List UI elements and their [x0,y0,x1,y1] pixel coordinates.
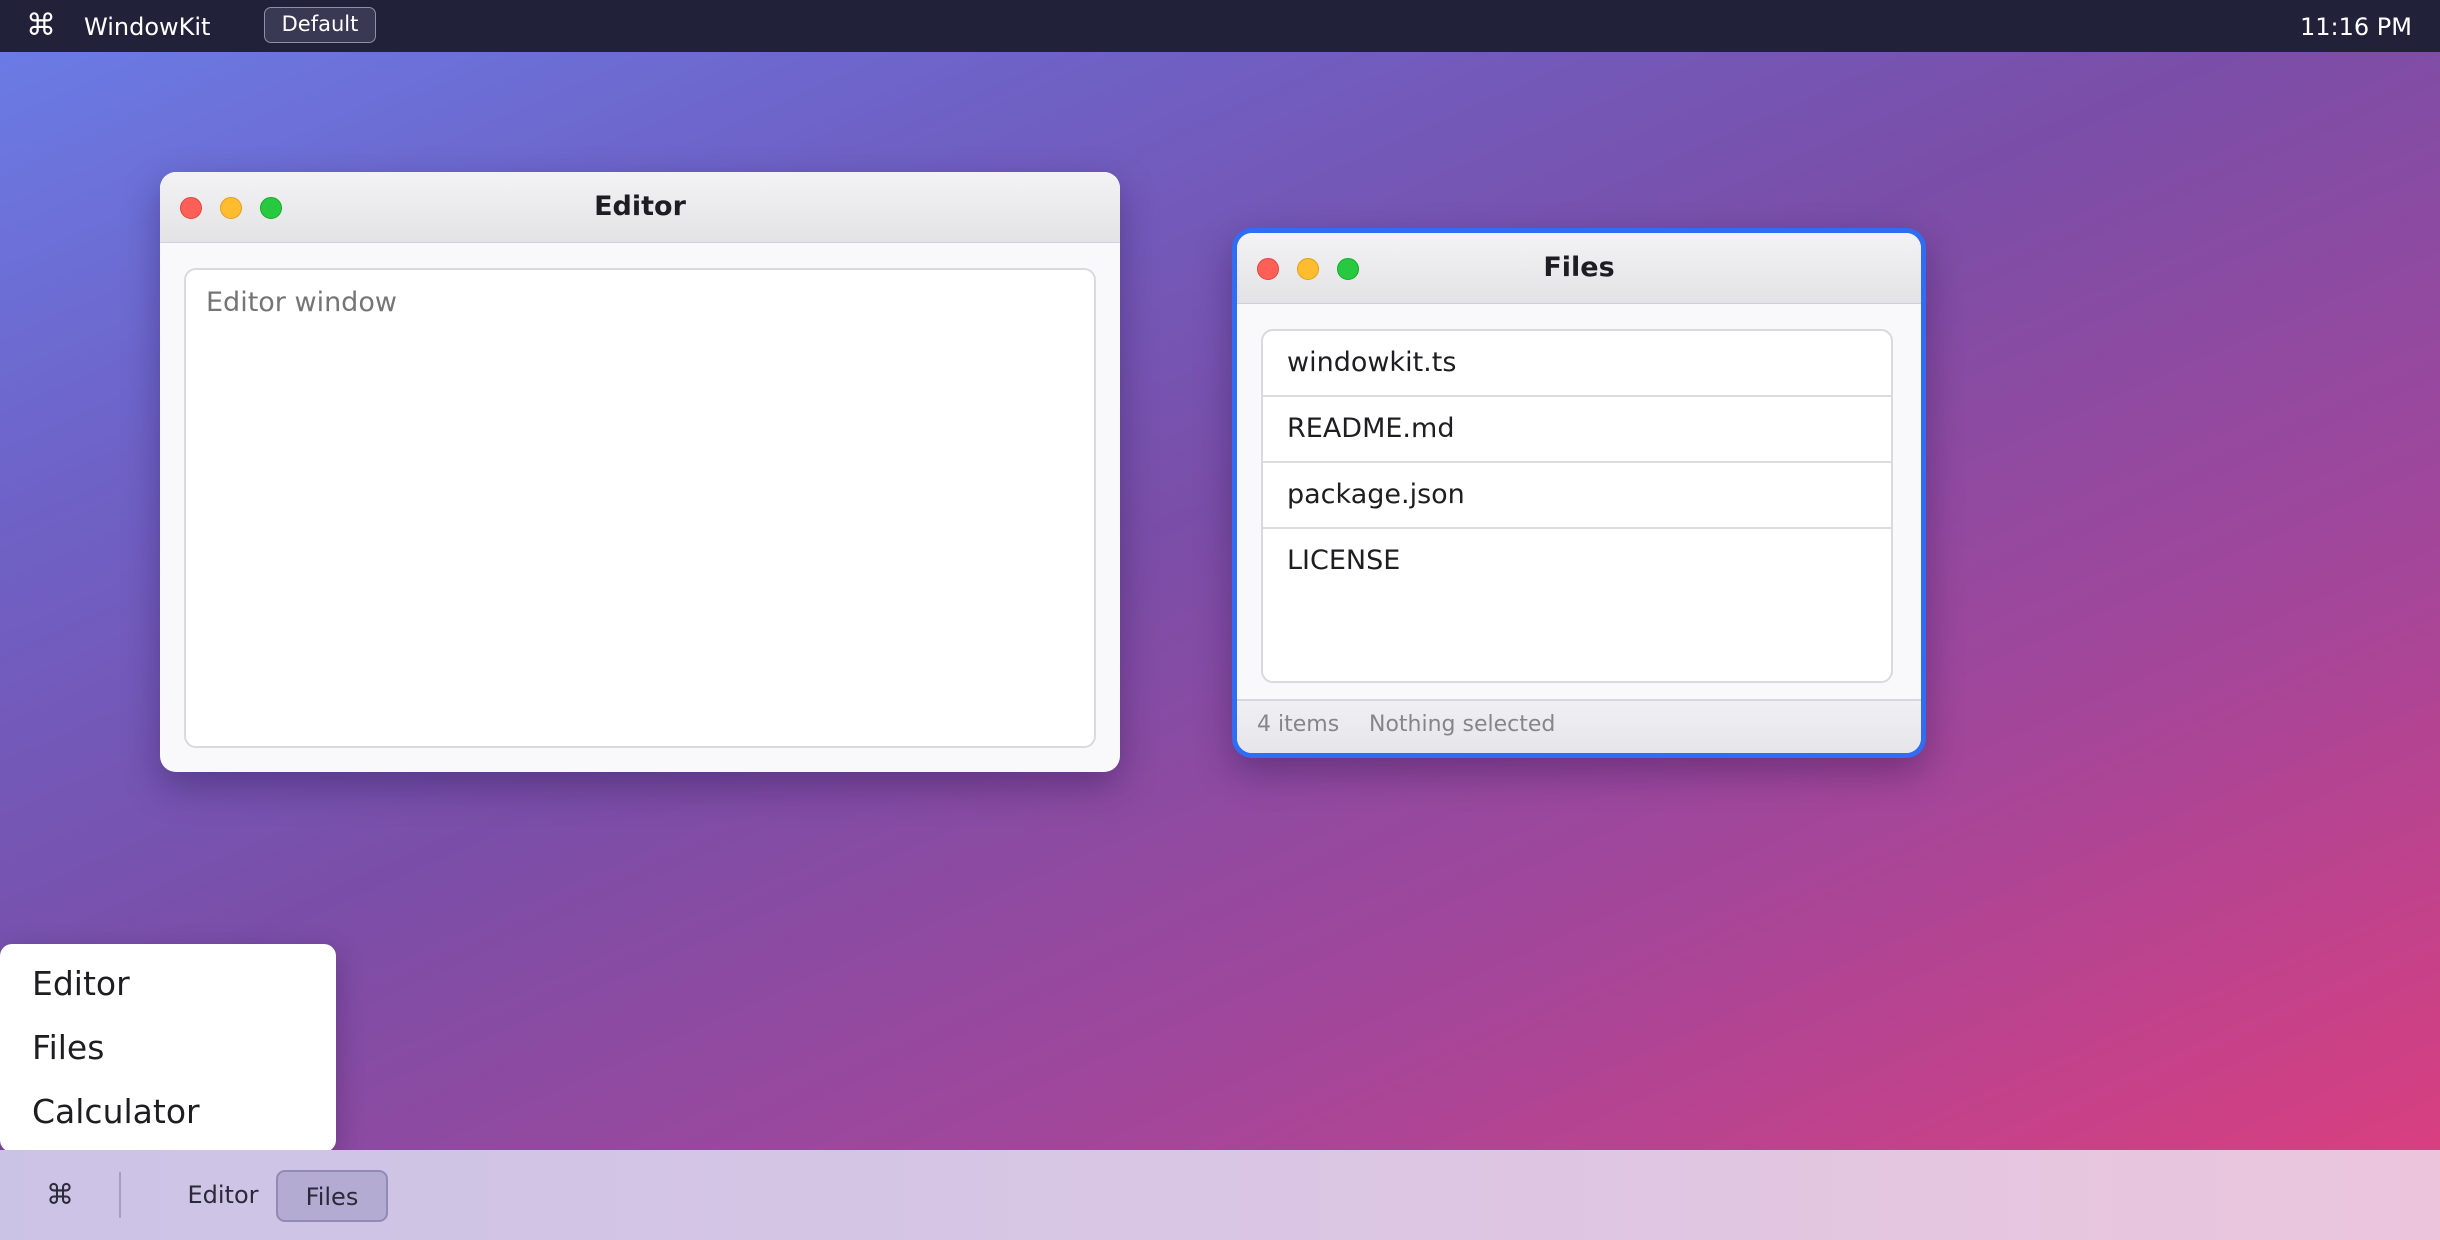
taskbar-item-files[interactable]: Files [276,1170,388,1222]
menu-item-calculator[interactable]: Calculator [32,1092,200,1132]
file-row-license[interactable]: LICENSE [1263,529,1891,595]
menu-item-files[interactable]: Files [32,1028,104,1068]
theme-button[interactable]: Default [264,7,376,43]
taskbar: ⌘ Editor Files [0,1150,2440,1240]
file-list: windowkit.ts README.md package.json LICE… [1261,329,1893,683]
start-button[interactable]: ⌘ [40,1175,80,1215]
files-titlebar[interactable]: Files [1237,233,1921,304]
editor-window-title: Editor [594,191,686,222]
launcher-menu: Editor Files Calculator [0,944,336,1152]
editor-window: Editor [160,172,1120,772]
taskbar-item-editor[interactable]: Editor [160,1170,286,1222]
taskbar-divider [119,1172,121,1218]
menu-item-editor[interactable]: Editor [32,964,130,1004]
menubar-clock: 11:16 PM [2300,13,2412,41]
file-row-windowkit-ts[interactable]: windowkit.ts [1263,331,1891,397]
item-count: 4 items [1257,712,1340,737]
menu-bar: ⌘ WindowKit Default 11:16 PM [0,0,2440,52]
file-row-package-json[interactable]: package.json [1263,463,1891,529]
editor-textarea[interactable] [184,268,1096,748]
editor-titlebar[interactable]: Editor [160,172,1120,243]
files-window: Files windowkit.ts README.md package.jso… [1232,228,1926,758]
selection-status: Nothing selected [1369,712,1556,737]
app-name[interactable]: WindowKit [84,12,210,42]
files-status-bar: 4 items Nothing selected [1237,699,1921,753]
files-window-title: Files [1543,252,1615,283]
file-row-readme[interactable]: README.md [1263,397,1891,463]
command-icon[interactable]: ⌘ [26,8,56,44]
